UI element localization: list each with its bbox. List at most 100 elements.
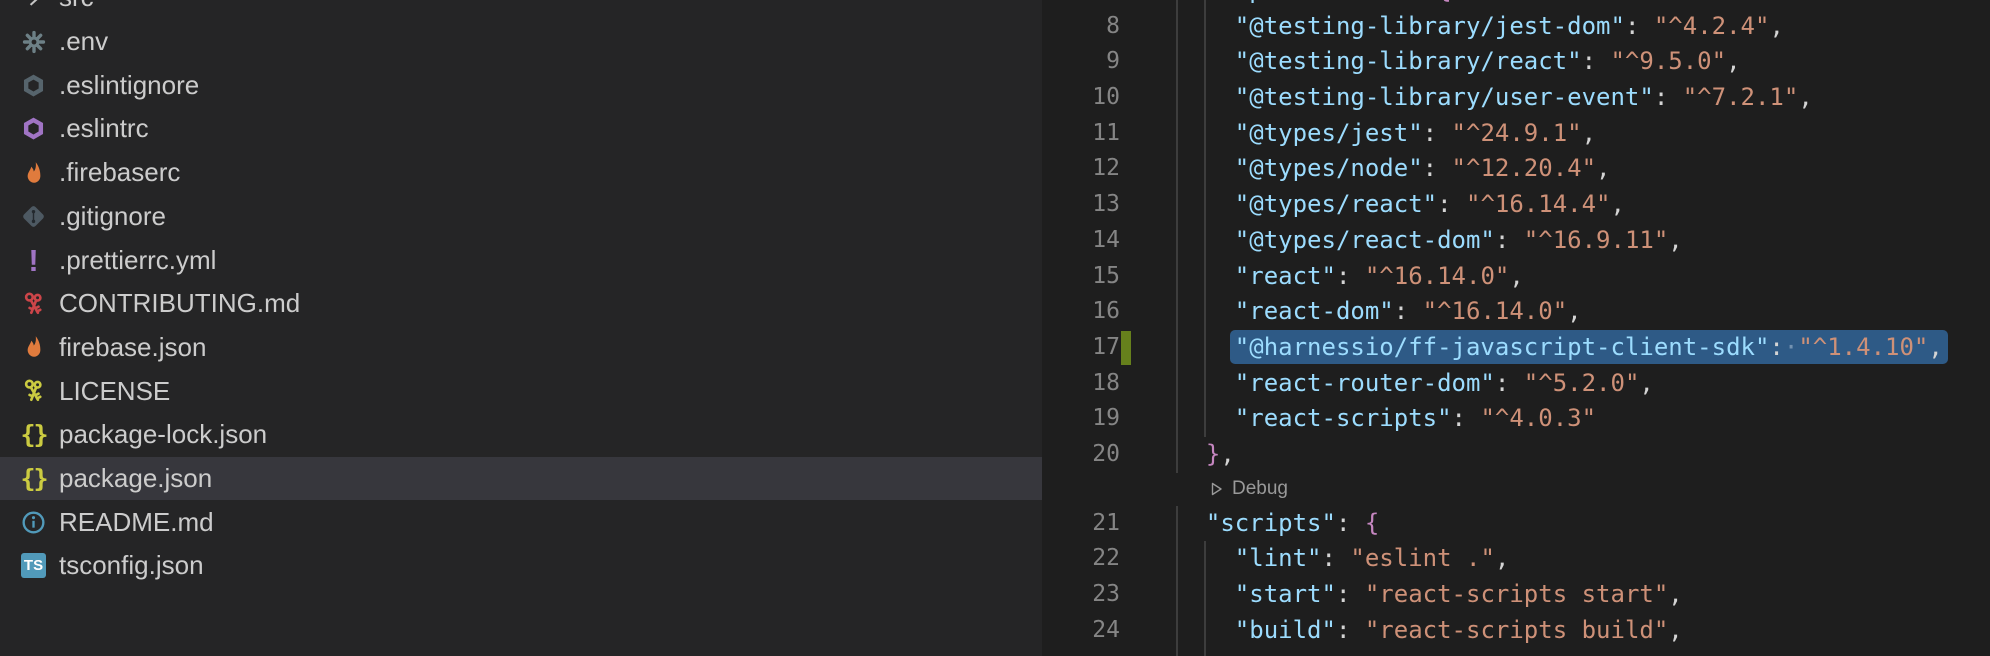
code-token-brace: { <box>1365 509 1379 537</box>
code-token-str: "^4.2.4" <box>1654 12 1770 40</box>
file-label: package-lock.json <box>59 419 267 450</box>
file-item-contributing-md[interactable]: CONTRIBUTING.md <box>0 282 1042 326</box>
line-number: 23 <box>1042 577 1120 613</box>
gear-icon <box>20 28 47 55</box>
git-icon <box>20 203 47 230</box>
code-token-str: "^24.9.1" <box>1452 119 1582 147</box>
code-line-22[interactable]: 22 "lint": "eslint .", <box>1042 541 1990 577</box>
code-token-brace: } <box>1206 440 1220 468</box>
code-line-23[interactable]: 23 "start": "react-scripts start", <box>1042 577 1990 613</box>
file-item-eslintrc[interactable]: .eslintrc <box>0 107 1042 151</box>
code-line-20[interactable]: 20 }, <box>1042 437 1990 473</box>
code-text: "start": "react-scripts start", <box>1177 577 1683 613</box>
code-line-17[interactable]: 17 "@harnessio/ff-javascript-client-sdk"… <box>1042 330 1990 366</box>
code-token-wsdot: · <box>1784 333 1798 361</box>
file-item-eslintignore[interactable]: .eslintignore <box>0 63 1042 107</box>
play-outline-icon <box>1208 481 1232 497</box>
line-number: 16 <box>1042 294 1120 330</box>
file-item-package-lock-json[interactable]: {}package-lock.json <box>0 413 1042 457</box>
code-line-15[interactable]: 15 "react": "^16.14.0", <box>1042 259 1990 295</box>
code-token-str: "eslint ." <box>1350 544 1495 572</box>
code-line-partial[interactable]: "dependencies": { <box>1042 0 1990 9</box>
code-token-ws <box>1177 226 1235 254</box>
braces-icon: {} <box>20 465 47 492</box>
file-item-license[interactable]: LICENSE <box>0 369 1042 413</box>
file-item-prettierrc-yml[interactable]: !.prettierrc.yml <box>0 238 1042 282</box>
line-number: 14 <box>1042 223 1120 259</box>
code-line-8[interactable]: 8 "@testing-library/jest-dom": "^4.2.4", <box>1042 9 1990 45</box>
code-line-14[interactable]: 14 "@types/react-dom": "^16.9.11", <box>1042 223 1990 259</box>
line-number: 18 <box>1042 366 1120 402</box>
code-token-punc: , <box>1726 47 1740 75</box>
file-label: src <box>59 0 94 13</box>
code-token-punc: , <box>1639 369 1653 397</box>
eslint-icon <box>20 115 47 142</box>
keys-icon <box>20 378 47 405</box>
code-token-punc: : <box>1452 404 1481 432</box>
file-item-src[interactable]: src <box>0 0 1042 20</box>
code-token-punc: , <box>1596 154 1610 182</box>
code-token-ws <box>1177 544 1235 572</box>
code-token-key: "start" <box>1235 580 1336 608</box>
code-lines: "dependencies": {8 "@testing-library/jes… <box>1042 0 1990 648</box>
code-line-13[interactable]: 13 "@types/react": "^16.14.4", <box>1042 187 1990 223</box>
line-number: 20 <box>1042 437 1120 473</box>
code-token-key: "@types/node" <box>1235 154 1423 182</box>
codelens-debug[interactable]: Debug <box>1042 473 1990 506</box>
file-label: .eslintignore <box>59 70 199 101</box>
code-token-ws <box>1177 83 1235 111</box>
file-label: .eslintrc <box>59 113 149 144</box>
code-line-21[interactable]: 21 "scripts": { <box>1042 506 1990 542</box>
code-token-ws <box>1177 190 1235 218</box>
code-line-11[interactable]: 11 "@types/jest": "^24.9.1", <box>1042 116 1990 152</box>
file-item-readme-md[interactable]: README.md <box>0 500 1042 544</box>
code-token-str: "^12.20.4" <box>1452 154 1597 182</box>
code-token-key: "scripts" <box>1206 509 1336 537</box>
flame-icon <box>20 334 47 361</box>
code-token-punc: : <box>1495 369 1524 397</box>
code-token-punc: , <box>1668 616 1682 644</box>
code-token-punc: : <box>1408 0 1437 4</box>
code-text: "@testing-library/jest-dom": "^4.2.4", <box>1177 9 1784 45</box>
code-line-12[interactable]: 12 "@types/node": "^12.20.4", <box>1042 151 1990 187</box>
code-token-punc: , <box>1495 544 1509 572</box>
code-token-ws <box>1177 616 1235 644</box>
code-token-ws <box>1177 440 1206 468</box>
code-line-10[interactable]: 10 "@testing-library/user-event": "^7.2.… <box>1042 80 1990 116</box>
code-line-19[interactable]: 19 "react-scripts": "^4.0.3" <box>1042 401 1990 437</box>
code-line-18[interactable]: 18 "react-router-dom": "^5.2.0", <box>1042 366 1990 402</box>
code-token-punc: : <box>1437 190 1466 218</box>
code-text: "@testing-library/react": "^9.5.0", <box>1177 44 1741 80</box>
editor-pane[interactable]: "dependencies": {8 "@testing-library/jes… <box>1042 0 1990 656</box>
code-text: "scripts": { <box>1177 506 1379 542</box>
code-token-key: "@testing-library/user-event" <box>1235 83 1654 111</box>
file-item-tsconfig-json[interactable]: TStsconfig.json <box>0 544 1042 588</box>
file-item-gitignore[interactable]: .gitignore <box>0 195 1042 239</box>
code-token-str: "^5.2.0" <box>1524 369 1640 397</box>
code-token-str: "^4.0.3" <box>1480 404 1596 432</box>
code-token-str: "^9.5.0" <box>1610 47 1726 75</box>
code-token-str: "react-scripts start" <box>1365 580 1668 608</box>
file-item-env[interactable]: .env <box>0 20 1042 64</box>
code-token-punc: , <box>1220 440 1234 468</box>
file-item-package-json[interactable]: {}package.json <box>0 457 1042 501</box>
code-token-str: "^16.14.4" <box>1466 190 1611 218</box>
exclaim-icon: ! <box>20 247 47 274</box>
code-token-ws <box>1177 154 1235 182</box>
code-line-24[interactable]: 24 "build": "react-scripts build", <box>1042 613 1990 649</box>
code-text: }, <box>1177 437 1235 473</box>
code-token-punc: : <box>1769 333 1783 361</box>
code-text: "react-dom": "^16.14.0", <box>1177 294 1582 330</box>
file-item-firebaserc[interactable]: .firebaserc <box>0 151 1042 195</box>
code-line-9[interactable]: 9 "@testing-library/react": "^9.5.0", <box>1042 44 1990 80</box>
line-number: 22 <box>1042 541 1120 577</box>
code-text: "@testing-library/user-event": "^7.2.1", <box>1177 80 1813 116</box>
code-token-punc: : <box>1582 47 1611 75</box>
code-token-punc: : <box>1336 262 1365 290</box>
code-line-16[interactable]: 16 "react-dom": "^16.14.0", <box>1042 294 1990 330</box>
line-number: 10 <box>1042 80 1120 116</box>
code-token-ws <box>1177 404 1235 432</box>
code-token-punc: , <box>1668 226 1682 254</box>
code-token-punc: : <box>1336 509 1365 537</box>
file-item-firebase-json[interactable]: firebase.json <box>0 326 1042 370</box>
